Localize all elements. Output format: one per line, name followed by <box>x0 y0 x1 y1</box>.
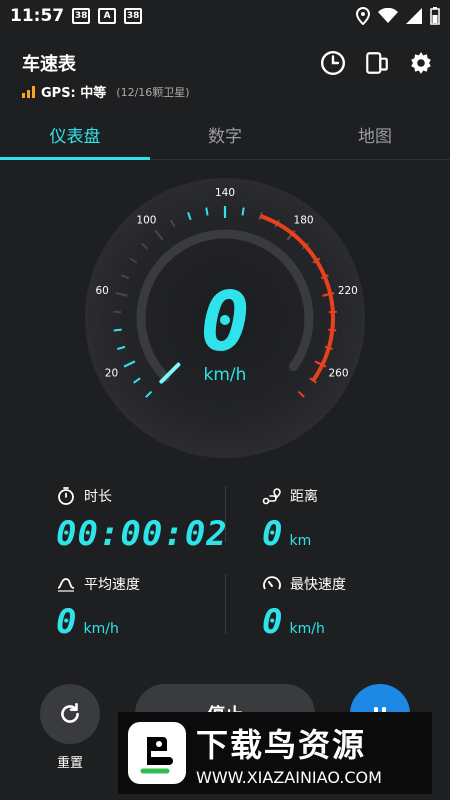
app-title: 车速表 <box>22 54 76 75</box>
distance-unit: km <box>289 533 312 549</box>
history-icon[interactable] <box>320 50 346 76</box>
refresh-icon <box>61 702 79 723</box>
gauge-label: 60 <box>95 285 108 297</box>
tab-bar: 仪表盘 数字 地图 <box>0 116 450 160</box>
speed-value: 0 <box>200 275 249 370</box>
watermark-banner: 下载鸟资源 WWW.XIAZAINIAO.COM <box>118 712 432 794</box>
distance-value: 0 <box>262 514 284 554</box>
gauge-label: 20 <box>105 368 118 380</box>
max-speed-value: 0 <box>262 602 284 642</box>
reset-button[interactable] <box>40 684 100 744</box>
max-speed-stat: 最快速度 0 km/h <box>262 574 346 642</box>
max-speed-unit: km/h <box>289 621 325 637</box>
gps-status: GPS: 中等 (12/16颗卫星) <box>22 82 190 101</box>
gauge-tick <box>113 328 122 332</box>
notification-icon-3: 38 <box>124 8 143 24</box>
header-actions <box>320 50 434 76</box>
status-icons <box>356 7 440 25</box>
location-icon <box>356 7 370 25</box>
route-icon <box>262 488 281 505</box>
bird-logo-icon <box>128 722 186 784</box>
stopwatch-icon <box>58 487 74 505</box>
stat-divider <box>225 574 226 634</box>
duration-value: 00:00:02 <box>56 514 228 554</box>
signal-icon <box>406 8 422 24</box>
tab-digital[interactable]: 数字 <box>150 116 300 159</box>
gauge-label: 180 <box>294 214 314 226</box>
wave-icon <box>57 578 75 592</box>
gauge-label: 220 <box>338 285 358 297</box>
gps-satellites: (12/16颗卫星) <box>116 85 190 99</box>
distance-label: 距离 <box>290 489 318 505</box>
gauge-tick <box>241 207 245 216</box>
gauge-label: 140 <box>215 187 235 199</box>
battery-icon <box>430 7 440 25</box>
speedometer-icon <box>263 576 281 590</box>
duration-stat: 时长 00:00:02 <box>56 486 228 554</box>
reset-label: 重置 <box>56 756 83 771</box>
max-speed-label: 最快速度 <box>290 577 346 593</box>
tab-map[interactable]: 地图 <box>300 116 450 159</box>
gauge-tick <box>205 207 209 216</box>
status-bar: 11:57 38 A 38 <box>0 0 450 32</box>
avg-speed-stat: 平均速度 0 km/h <box>56 574 140 642</box>
gear-icon[interactable] <box>408 50 434 76</box>
watermark-brand: 下载鸟资源 <box>196 725 367 764</box>
watermark-url: WWW.XIAZAINIAO.COM <box>196 767 382 787</box>
wifi-icon <box>378 8 398 23</box>
app-header: 车速表 GPS: 中等 (12/16颗卫星) <box>0 44 450 108</box>
speedometer-gauge: 20 60 100 140 180 220 260 0 km/h <box>85 178 365 458</box>
gps-signal-icon <box>22 85 35 98</box>
notification-icon-2: A <box>98 8 117 24</box>
distance-stat: 距离 0 km <box>262 486 318 554</box>
notification-icon-1: 38 <box>72 8 91 24</box>
avg-speed-value: 0 <box>56 602 78 642</box>
speed-unit: km/h <box>204 365 247 385</box>
tab-dashboard[interactable]: 仪表盘 <box>0 116 150 160</box>
clock: 11:57 <box>10 6 65 26</box>
gauge-label: 260 <box>328 368 348 380</box>
avg-speed-unit: km/h <box>83 621 119 637</box>
trip-stats: 时长 00:00:02 距离 0 km 平均速度 0 km/h 最快速度 0 k… <box>0 478 450 648</box>
duration-label: 时长 <box>84 489 112 505</box>
screen-rotate-icon[interactable] <box>364 50 390 76</box>
gps-label: GPS: 中等 <box>41 86 107 101</box>
gauge-label: 100 <box>136 214 156 226</box>
avg-speed-label: 平均速度 <box>84 577 140 593</box>
